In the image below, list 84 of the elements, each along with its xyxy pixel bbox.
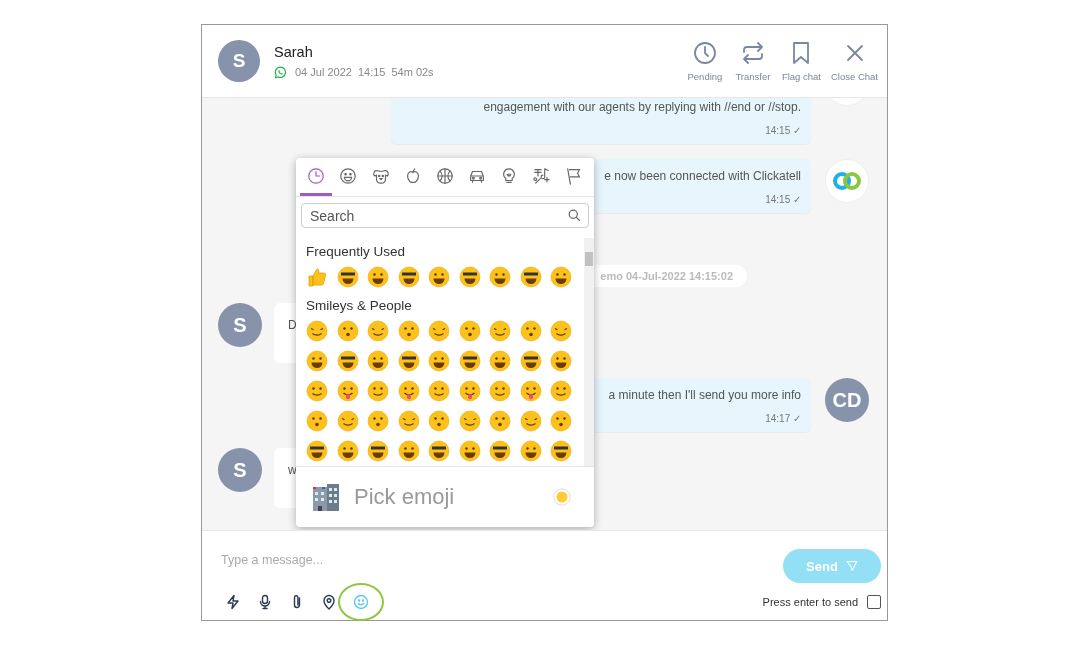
transfer-icon	[740, 40, 765, 65]
emoji-face-icon[interactable]	[336, 266, 359, 288]
emoji-face-icon[interactable]	[367, 410, 389, 432]
contact-avatar: S	[218, 448, 262, 492]
message-text: w	[288, 463, 297, 477]
header-action-button[interactable]: Pending	[682, 40, 727, 82]
smiley-icon	[339, 166, 358, 185]
message-text: a minute then I'll send you more info	[608, 388, 801, 402]
emoji-face-icon[interactable]	[397, 266, 420, 288]
message-input[interactable]: Type a message...	[221, 551, 783, 569]
emoji-face-icon[interactable]	[519, 266, 542, 288]
send-icon	[845, 560, 858, 572]
emoji-face-icon[interactable]	[336, 440, 359, 462]
emoji-face-icon[interactable]	[397, 320, 420, 342]
flag-icon	[564, 166, 583, 185]
microphone-icon	[257, 594, 273, 610]
scrollbar[interactable]	[584, 238, 594, 466]
contact-name: Sarah	[274, 43, 314, 60]
emoji-face-icon[interactable]	[428, 266, 450, 288]
emoji-face-icon[interactable]	[519, 350, 542, 372]
header-action-button[interactable]: Flag chat	[778, 40, 824, 82]
contact-avatar: S	[218, 303, 262, 347]
emoji-face-icon[interactable]	[367, 350, 389, 372]
emoji-face-icon[interactable]	[367, 266, 389, 288]
emoji-face-icon[interactable]	[489, 266, 511, 288]
emoji-face-icon[interactable]	[550, 380, 572, 402]
message-time: 14:15 ✓	[765, 125, 801, 136]
emoji-face-icon[interactable]	[428, 350, 450, 372]
emoji-face-icon[interactable]	[428, 410, 450, 432]
symbols-icon	[532, 166, 551, 185]
emoji-face-icon[interactable]	[367, 440, 389, 462]
emoji-face-icon[interactable]	[306, 410, 328, 432]
office-building-icon	[310, 481, 342, 513]
emoji-face-icon[interactable]	[458, 350, 481, 372]
emoji-face-icon[interactable]	[550, 440, 572, 462]
lightning-icon	[225, 594, 241, 610]
smiley-icon	[353, 594, 369, 610]
header-action-button[interactable]: Transfer	[730, 40, 775, 82]
chat-time: 14:15	[357, 66, 386, 78]
emoji-face-icon[interactable]	[519, 440, 542, 462]
enter-to-send-checkbox[interactable]	[867, 595, 881, 609]
emoji-face-icon[interactable]	[306, 380, 328, 402]
search-icon	[568, 209, 581, 222]
emoji-face-icon[interactable]	[397, 350, 420, 372]
emoji-face-icon[interactable]	[489, 350, 511, 372]
emoji-face-icon[interactable]	[306, 440, 328, 462]
emoji-face-icon[interactable]	[489, 410, 511, 432]
emoji-face-icon[interactable]	[336, 350, 359, 372]
emoji-face-icon[interactable]	[489, 380, 511, 402]
message-text: e now been connected with Clickatell	[604, 169, 801, 183]
header-action-button[interactable]: Close Chat	[828, 40, 881, 82]
phone-chat-icon	[274, 65, 287, 79]
message-time: 14:17 ✓	[765, 413, 801, 424]
emoji-face-icon[interactable]	[428, 380, 450, 402]
chat-date: 04 Jul 2022	[295, 66, 352, 78]
message-text: engagement with our agents by replying with //end or //stop.	[483, 100, 801, 114]
emoji-face-icon[interactable]	[550, 266, 572, 288]
emoji-preview-label: Pick emoji	[354, 484, 456, 510]
emoji-face-icon[interactable]	[458, 440, 481, 462]
search-field[interactable]: Search	[301, 203, 589, 228]
emoji-face-icon[interactable]	[458, 266, 481, 288]
ball-icon	[436, 166, 454, 185]
emoji-face-icon[interactable]	[519, 320, 542, 342]
emoji-face-icon[interactable]	[367, 380, 389, 402]
emoji-face-icon[interactable]	[397, 440, 420, 462]
emoji-face-icon[interactable]	[428, 440, 450, 462]
message-text: D	[288, 318, 297, 332]
location-pin-icon	[321, 594, 337, 610]
emoji-section-title: Smileys & People	[306, 297, 413, 315]
emoji-section-title: Frequently Used	[306, 243, 407, 261]
emoji-face-icon[interactable]	[336, 320, 359, 342]
contact-avatar: S	[218, 40, 260, 82]
agent-avatar: CD	[825, 378, 869, 422]
emoji-face-icon[interactable]	[550, 410, 572, 432]
thumbs-up-icon[interactable]	[306, 266, 328, 288]
emoji-face-icon[interactable]	[458, 320, 481, 342]
emoji-face-icon[interactable]	[306, 350, 328, 372]
clock-icon	[692, 40, 717, 65]
message-time: 14:15 ✓	[765, 194, 801, 205]
emoji-face-icon[interactable]	[550, 350, 572, 372]
clock-icon	[307, 166, 326, 185]
enter-to-send-label: Press enter to send	[762, 596, 858, 608]
emoji-face-icon[interactable]	[489, 440, 511, 462]
chat-duration: 54m 02s	[391, 66, 434, 78]
